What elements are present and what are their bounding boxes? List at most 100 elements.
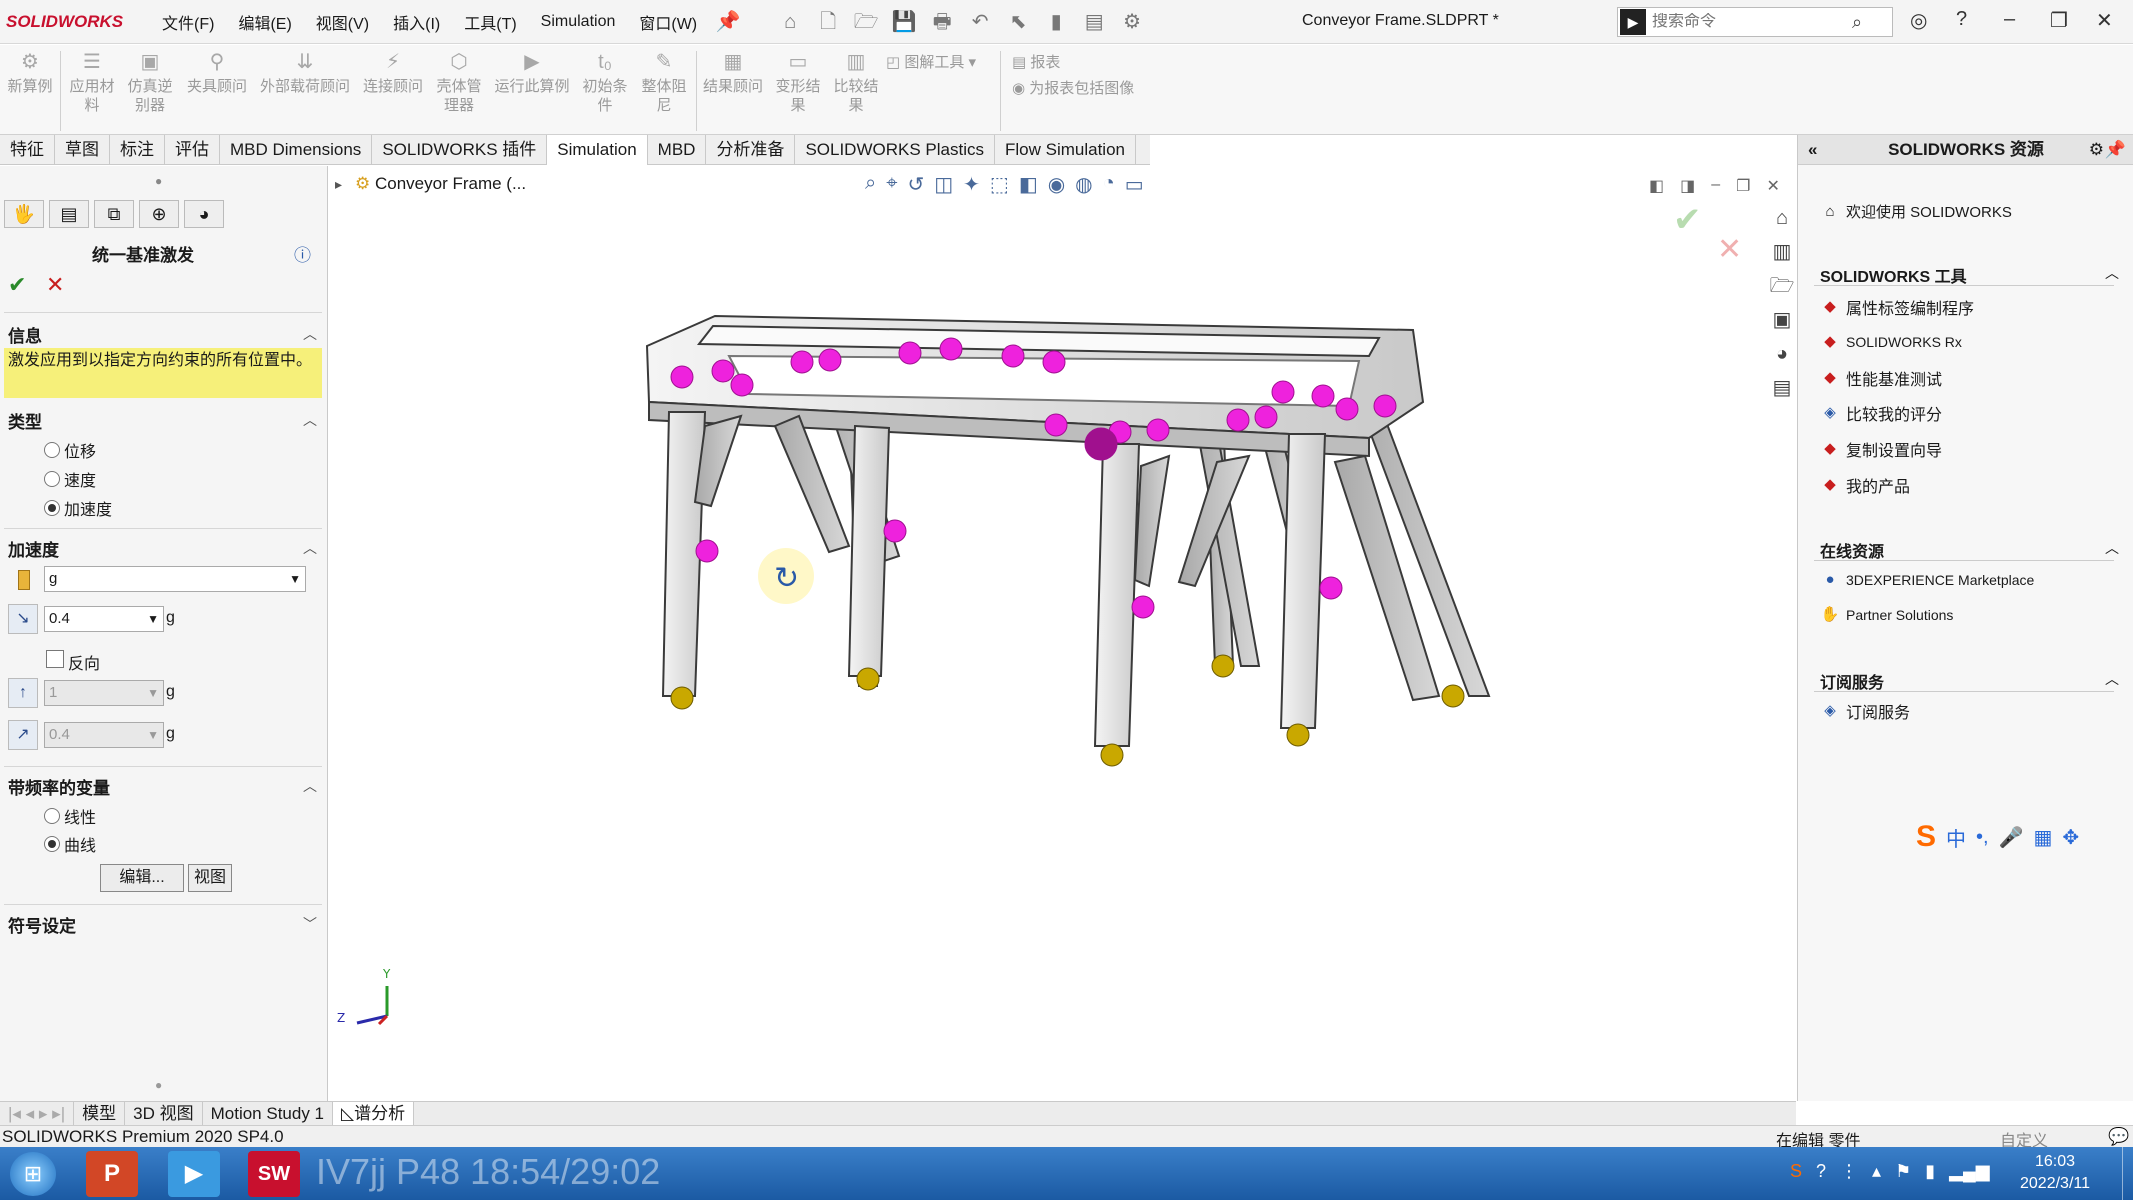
edit-button[interactable]: 编辑... xyxy=(100,864,184,892)
ime-menu-icon[interactable]: ✥ xyxy=(2062,825,2079,850)
tab-scroll-arrows[interactable]: |◂ ◂ ▸ ▸| xyxy=(0,1102,75,1126)
include-image-button[interactable]: ◉ 为报表包括图像 xyxy=(1012,79,1212,98)
status-tooltip-icon[interactable]: 💬 xyxy=(2108,1127,2129,1147)
search-input[interactable] xyxy=(1652,13,1852,31)
acceleration-value-2[interactable]: 1 ▼ xyxy=(44,680,164,706)
panel-grip-icon[interactable]: ● xyxy=(155,174,162,188)
radio-acceleration[interactable]: 加速度 xyxy=(44,496,112,520)
menu-tools[interactable]: 工具(T) xyxy=(452,10,528,34)
direction-1-icon[interactable]: ↘ xyxy=(8,604,38,634)
fixture-markers[interactable] xyxy=(670,654,1465,767)
simulation-evaluator-button[interactable]: ▣ 仿真逆别器 xyxy=(124,52,176,115)
collapse-icon[interactable]: ︿ xyxy=(2105,263,2119,283)
configuration-manager-icon[interactable]: ⧉ xyxy=(94,200,134,228)
tab-analysis-prep[interactable]: 分析准备 xyxy=(706,135,796,165)
start-button-icon[interactable]: ⊞ xyxy=(10,1152,56,1196)
collapse-pane-icon[interactable]: « xyxy=(1808,135,1817,165)
tab-flow-simulation[interactable]: Flow Simulation xyxy=(995,135,1136,165)
welcome-link[interactable]: ⌂ 欢迎使用 SOLIDWORKS xyxy=(1820,201,2011,222)
appearances-icon[interactable]: ◕ xyxy=(1766,337,1798,371)
tool-my-products[interactable]: ◆ 我的产品 xyxy=(1820,473,1910,497)
property-manager-icon[interactable]: ▤ xyxy=(49,200,89,228)
tool-copy-settings-wizard[interactable]: ◆ 复制设置向导 xyxy=(1820,437,1942,461)
report-button[interactable]: ▤ 报表 xyxy=(1012,53,1132,72)
tool-compare-score[interactable]: ◈ 比较我的评分 xyxy=(1820,401,1942,425)
acceleration-value-3[interactable]: 0.4 ▼ xyxy=(44,722,164,748)
new-study-button[interactable]: ⚙ 新算例 xyxy=(6,52,54,96)
link-partner-solutions[interactable]: ✋ Partner Solutions xyxy=(1820,605,1954,625)
device-icon[interactable]: ▮ xyxy=(1925,1161,1935,1182)
panel-grip-icon[interactable]: ● xyxy=(155,1078,162,1092)
microphone-icon[interactable]: 🎤 xyxy=(1999,825,2024,850)
view-palette-icon[interactable]: ▣ xyxy=(1766,303,1798,337)
conveyor-frame-model[interactable]: ↻ Y Z xyxy=(329,166,1796,1101)
network-icon[interactable]: ▂▄▆ xyxy=(1949,1161,1989,1182)
custom-properties-icon[interactable]: ▤ xyxy=(1766,371,1798,405)
show-hidden-icons[interactable]: ▴ xyxy=(1872,1161,1881,1182)
tool-performance-benchmark[interactable]: ◆ 性能基准测试 xyxy=(1820,366,1942,390)
collapse-icon[interactable]: ︿ xyxy=(2105,538,2119,558)
shell-manager-button[interactable]: ⬡ 壳体管理器 xyxy=(434,52,484,115)
symbol-settings-header[interactable]: 符号设定 xyxy=(8,912,76,937)
results-advisor-button[interactable]: ▦ 结果顾问 xyxy=(700,52,766,96)
radio-displacement[interactable]: 位移 xyxy=(44,438,96,462)
tab-features[interactable]: 特征 xyxy=(0,135,55,165)
external-loads-advisor-button[interactable]: ⇊ 外部载荷顾问 xyxy=(256,52,354,96)
media-player-icon[interactable]: ▶ xyxy=(168,1151,220,1197)
tab-solidworks-addins[interactable]: SOLIDWORKS 插件 xyxy=(372,135,548,165)
sogou-tray-icon[interactable]: S xyxy=(1790,1161,1802,1182)
new-file-icon[interactable]: 🗋 xyxy=(815,9,841,35)
tab-sketch[interactable]: 草图 xyxy=(55,135,110,165)
online-section-header[interactable]: 在线资源 xyxy=(1820,538,1884,562)
keyboard-icon[interactable]: ▦ xyxy=(2033,825,2052,850)
info-section-header[interactable]: 信息 xyxy=(8,322,42,347)
cancel-x-icon[interactable]: ✕ xyxy=(46,272,64,298)
display-manager-icon[interactable]: ◕ xyxy=(184,200,224,228)
direction-2-icon[interactable]: ↑ xyxy=(8,678,38,708)
feature-manager-icon[interactable]: 🖐 xyxy=(4,200,44,228)
minimize-icon[interactable]: – xyxy=(2004,8,2015,31)
search-box[interactable]: ▶ ⌕ xyxy=(1617,7,1893,37)
tab-simulation[interactable]: Simulation xyxy=(547,135,648,165)
reverse-checkbox[interactable] xyxy=(46,650,64,668)
ok-check-icon[interactable]: ✔ xyxy=(8,272,26,298)
tab-motion-study[interactable]: Motion Study 1 xyxy=(203,1102,334,1126)
undo-icon[interactable]: ↶ xyxy=(967,9,993,35)
menu-edit[interactable]: 编辑(E) xyxy=(226,10,303,34)
compare-results-button[interactable]: ▥ 比较结果 xyxy=(830,52,882,115)
frequency-variation-header[interactable]: 带频率的变量 xyxy=(8,774,110,799)
view-button[interactable]: 视图 xyxy=(188,864,232,892)
tab-mbd-dimensions[interactable]: MBD Dimensions xyxy=(220,135,373,165)
apply-material-button[interactable]: ☰ 应用材料 xyxy=(68,52,116,115)
menu-window[interactable]: 窗口(W) xyxy=(627,10,709,34)
deformed-result-button[interactable]: ▭ 变形结果 xyxy=(772,52,824,115)
tab-evaluate[interactable]: 评估 xyxy=(165,135,220,165)
rebuild-icon[interactable]: ▮ xyxy=(1043,9,1069,35)
tab-plastics[interactable]: SOLIDWORKS Plastics xyxy=(795,135,995,165)
pin-icon[interactable]: 📌 xyxy=(715,9,741,35)
ime-chinese-mode-icon[interactable]: 中 xyxy=(1946,823,1966,852)
radio-linear[interactable]: 线性 xyxy=(44,804,96,828)
clock[interactable]: 16:03 2022/3/11 xyxy=(2020,1151,2090,1195)
tools-section-header[interactable]: SOLIDWORKS 工具 xyxy=(1820,263,1967,287)
initial-conditions-button[interactable]: t₀ 初始条件 xyxy=(580,52,630,115)
menu-simulation[interactable]: Simulation xyxy=(529,13,628,31)
help-icon[interactable]: ⓘ xyxy=(294,241,311,266)
run-study-button[interactable]: ▶ 运行此算例 xyxy=(492,52,572,96)
search-icon[interactable]: ⌕ xyxy=(1852,12,1862,33)
collapse-icon[interactable]: ︿ xyxy=(303,324,317,344)
collapse-icon[interactable]: ︿ xyxy=(303,776,317,796)
collapse-icon[interactable]: ︿ xyxy=(303,410,317,430)
menu-file[interactable]: 文件(F) xyxy=(150,10,226,34)
home-icon[interactable]: ⌂ xyxy=(777,9,803,35)
plot-tools-button[interactable]: ◰ 图解工具 ▾ xyxy=(886,53,1006,72)
link-3dexperience-marketplace[interactable]: ● 3DEXPERIENCE Marketplace xyxy=(1820,570,2034,590)
help-tray-icon[interactable]: ? xyxy=(1816,1161,1826,1182)
options-gear-icon[interactable]: ⚙ xyxy=(1119,9,1145,35)
collapse-icon[interactable]: ︿ xyxy=(303,538,317,558)
tool-solidworks-rx[interactable]: ◆ SOLIDWORKS Rx xyxy=(1820,332,1962,352)
acceleration-section-header[interactable]: 加速度 xyxy=(8,536,59,561)
user-icon[interactable]: ◎ xyxy=(1910,8,1927,33)
select-icon[interactable]: ⬉ xyxy=(1005,9,1031,35)
flag-icon[interactable]: ⚑ xyxy=(1895,1161,1911,1182)
